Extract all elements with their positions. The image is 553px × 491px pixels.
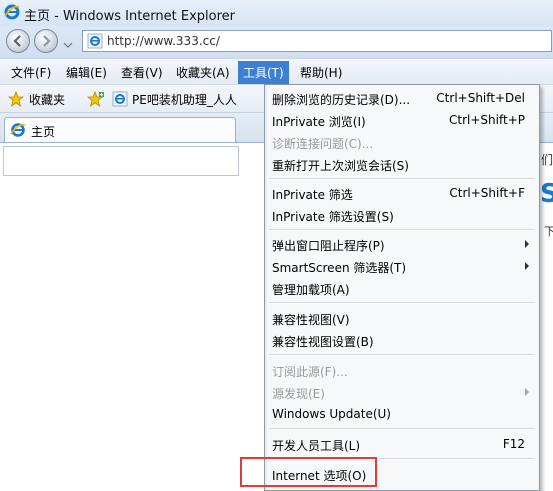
menu-item-label: 诊断连接问题(C)... bbox=[272, 137, 374, 151]
ie-page-icon bbox=[112, 91, 128, 110]
menu-item-compat-view[interactable]: 兼容性视图(V) bbox=[267, 307, 537, 329]
address-field[interactable]: http://www.333.cc/ bbox=[82, 30, 552, 52]
menu-item-popup-blocker[interactable]: 弹出窗口阻止程序(P) bbox=[267, 233, 537, 255]
submenu-arrow-icon bbox=[525, 388, 529, 396]
menu-item-label: 开发人员工具(L) bbox=[272, 439, 361, 453]
menu-item-label: 删除浏览的历史记录(D)... bbox=[272, 93, 411, 107]
ie-tab-icon bbox=[10, 122, 26, 141]
title-bar: 主页 - Windows Internet Explorer bbox=[0, 0, 553, 26]
menu-item-label: 兼容性视图(V) bbox=[272, 313, 350, 327]
menu-item-label: 管理加载项(A) bbox=[272, 283, 350, 297]
menu-item-smartscreen[interactable]: SmartScreen 筛选器(T) bbox=[267, 255, 537, 277]
menu-separator bbox=[269, 302, 535, 304]
menu-item-label: InPrivate 浏览(I) bbox=[272, 115, 366, 129]
favorites-star-icon bbox=[7, 90, 25, 110]
back-button[interactable] bbox=[6, 29, 30, 53]
internet-options-highlight bbox=[240, 457, 377, 487]
address-toolbar: http://www.333.cc/ bbox=[0, 26, 553, 58]
history-dropdown-icon[interactable] bbox=[63, 37, 73, 51]
page-text-fragment-2: 下 bbox=[544, 225, 553, 238]
menu-item-compat-view-settings[interactable]: 兼容性视图设置(B) bbox=[267, 329, 537, 351]
menu-file[interactable]: 文件(F) bbox=[8, 63, 54, 82]
menu-separator bbox=[269, 229, 535, 231]
page-text-fragment: 们 bbox=[541, 153, 553, 167]
menu-item-label: 订阅此源(F)... bbox=[272, 365, 348, 379]
menu-item-manage-addons[interactable]: 管理加载项(A) bbox=[267, 277, 537, 299]
forward-arrow-icon bbox=[43, 35, 51, 47]
tools-menu: 删除浏览的历史记录(D)... Ctrl+Shift+Del InPrivate… bbox=[264, 84, 540, 491]
menu-item-subscribe-feed: 订阅此源(F)... bbox=[267, 359, 537, 381]
menu-item-label: 弹出窗口阻止程序(P) bbox=[272, 239, 385, 253]
content-frame bbox=[3, 146, 239, 176]
submenu-arrow-icon bbox=[525, 240, 529, 248]
back-arrow-icon bbox=[13, 35, 21, 47]
menu-separator bbox=[269, 428, 535, 430]
menu-item-feed-discovery: 源发现(E) bbox=[267, 381, 537, 403]
menu-item-shortcut: Ctrl+Shift+P bbox=[449, 113, 525, 127]
page-logo-fragment: S bbox=[540, 179, 553, 209]
menu-item-inprivate-filter[interactable]: InPrivate 筛选 Ctrl+Shift+F bbox=[267, 182, 537, 204]
menu-item-shortcut: Ctrl+Shift+Del bbox=[436, 91, 525, 105]
menu-tools[interactable]: 工具(T) bbox=[238, 61, 289, 84]
menu-item-developer-tools[interactable]: 开发人员工具(L) F12 bbox=[267, 433, 537, 455]
menu-separator bbox=[269, 354, 535, 356]
menu-edit[interactable]: 编辑(E) bbox=[63, 63, 110, 82]
tab-label: 主页 bbox=[31, 125, 56, 139]
menu-item-inprivate-browsing[interactable]: InPrivate 浏览(I) Ctrl+Shift+P bbox=[267, 109, 537, 131]
menu-favorites[interactable]: 收藏夹(A) bbox=[173, 63, 233, 82]
menu-item-reopen-session[interactable]: 重新打开上次浏览会话(S) bbox=[267, 153, 537, 175]
menu-separator bbox=[269, 178, 535, 180]
favorites-button[interactable]: 收藏夹 bbox=[29, 91, 65, 108]
add-to-favorites-icon[interactable] bbox=[86, 90, 105, 110]
menu-item-label: SmartScreen 筛选器(T) bbox=[272, 261, 407, 275]
menu-item-label: 兼容性视图设置(B) bbox=[272, 335, 374, 349]
menu-item-shortcut: Ctrl+Shift+F bbox=[449, 186, 525, 200]
forward-button[interactable] bbox=[34, 29, 58, 53]
menu-bar: 文件(F) 编辑(E) 查看(V) 收藏夹(A) 工具(T) 帮助(H) bbox=[0, 58, 553, 84]
menu-item-label: 源发现(E) bbox=[272, 387, 325, 401]
menu-help[interactable]: 帮助(H) bbox=[297, 63, 345, 82]
window-title: 主页 - Windows Internet Explorer bbox=[24, 9, 235, 24]
menu-item-shortcut: F12 bbox=[502, 437, 525, 451]
submenu-arrow-icon bbox=[525, 262, 529, 270]
menu-item-label: InPrivate 筛选设置(S) bbox=[272, 210, 394, 224]
menu-item-label: Windows Update(U) bbox=[272, 407, 391, 421]
url-text: http://www.333.cc/ bbox=[107, 34, 220, 48]
ie-logo-icon bbox=[4, 4, 20, 23]
menu-item-label: InPrivate 筛选 bbox=[272, 188, 353, 202]
menu-item-windows-update[interactable]: Windows Update(U) bbox=[267, 403, 537, 425]
tab-home[interactable]: 主页 bbox=[4, 117, 236, 143]
menu-item-label: 重新打开上次浏览会话(S) bbox=[272, 159, 409, 173]
menu-item-inprivate-filter-settings[interactable]: InPrivate 筛选设置(S) bbox=[267, 204, 537, 226]
favorite-link[interactable]: PE吧装机助理_人人 bbox=[132, 91, 237, 108]
menu-item-diagnose-connection: 诊断连接问题(C)... bbox=[267, 131, 537, 153]
page-icon bbox=[87, 33, 103, 52]
menu-view[interactable]: 查看(V) bbox=[118, 63, 166, 82]
menu-item-delete-history[interactable]: 删除浏览的历史记录(D)... Ctrl+Shift+Del bbox=[267, 87, 537, 109]
